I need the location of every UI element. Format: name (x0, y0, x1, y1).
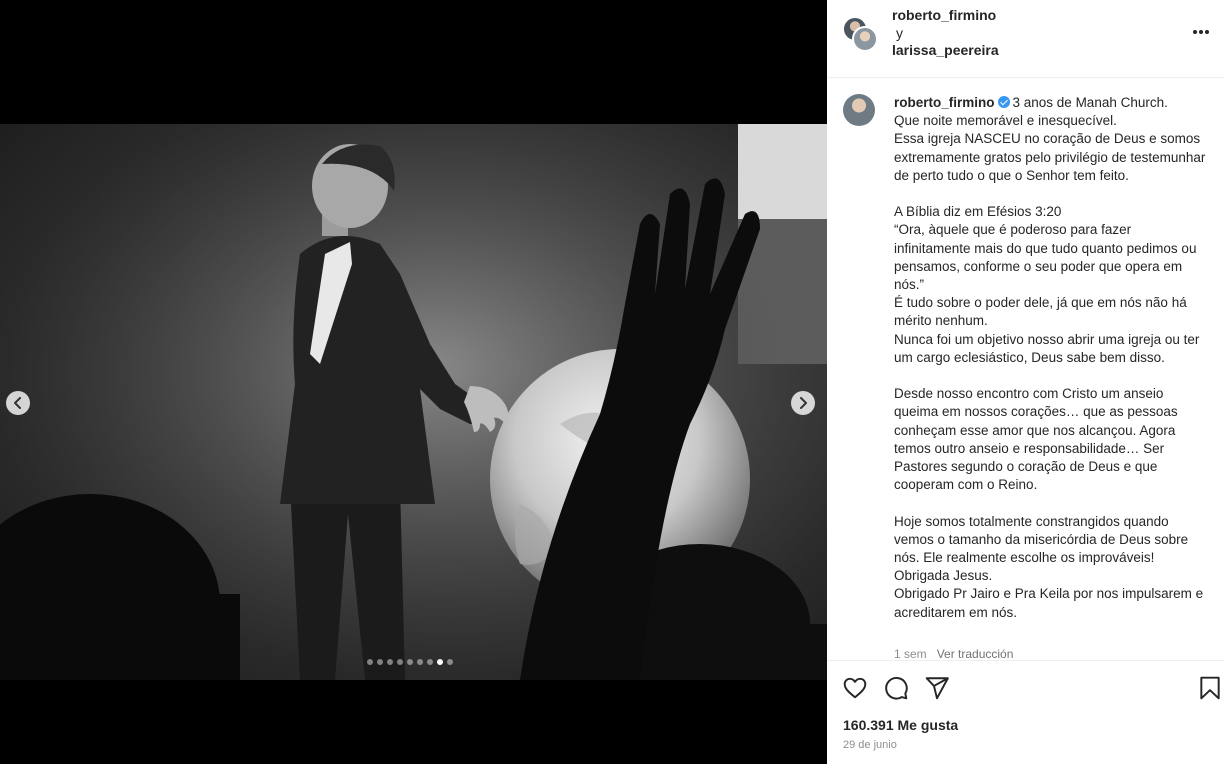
collab-joiner: y (896, 25, 903, 41)
carousel-dot (417, 659, 423, 665)
send-icon[interactable] (924, 675, 950, 701)
author-username[interactable]: roberto_firmino (892, 7, 996, 23)
post-date: 29 de junio (843, 739, 897, 751)
collaborator-username[interactable]: larissa_peereira (892, 42, 999, 58)
carousel-dot (427, 659, 433, 665)
chevron-left-icon (14, 397, 21, 409)
verified-badge-icon (997, 96, 1010, 108)
heart-icon[interactable] (842, 675, 868, 701)
comment-icon[interactable] (883, 675, 909, 701)
caption-text: 3 anos de Manah Church. Que noite memorá… (894, 95, 1206, 620)
caption-section: roberto_firmino 3 anos de Manah Church. Q… (827, 78, 1224, 660)
post-photo[interactable] (0, 124, 827, 680)
photo-illustration (0, 124, 827, 680)
post-header: roberto_firmino y larissa_peereira (827, 0, 1224, 78)
translate-link[interactable]: Ver traducción (937, 647, 1014, 660)
carousel-dot (387, 659, 393, 665)
bookmark-icon[interactable] (1197, 675, 1223, 701)
carousel-dot (377, 659, 383, 665)
caption-meta: 1 sem Ver traducción (894, 647, 1013, 660)
carousel-next-button[interactable] (791, 391, 815, 415)
chevron-right-icon (800, 397, 807, 409)
action-bar: 160.391 Me gusta 29 de junio (827, 660, 1224, 764)
caption: roberto_firmino 3 anos de Manah Church. Q… (894, 94, 1210, 622)
time-ago: 1 sem (894, 647, 927, 660)
carousel-indicator (367, 659, 453, 665)
more-horizontal-icon (1193, 30, 1197, 34)
carousel-dot (407, 659, 413, 665)
carousel-dot (397, 659, 403, 665)
carousel-dot (447, 659, 453, 665)
avatar[interactable] (843, 94, 875, 126)
collab-avatars[interactable] (842, 16, 878, 52)
carousel-dot (367, 659, 373, 665)
more-options-button[interactable] (1193, 24, 1213, 40)
caption-username[interactable]: roberto_firmino (894, 95, 995, 110)
post-sidebar: roberto_firmino y larissa_peereira rober… (827, 0, 1224, 764)
post-media (0, 0, 827, 764)
likes-count[interactable]: 160.391 Me gusta (843, 717, 958, 733)
carousel-dot (437, 659, 443, 665)
carousel-prev-button[interactable] (6, 391, 30, 415)
avatar (852, 26, 878, 52)
